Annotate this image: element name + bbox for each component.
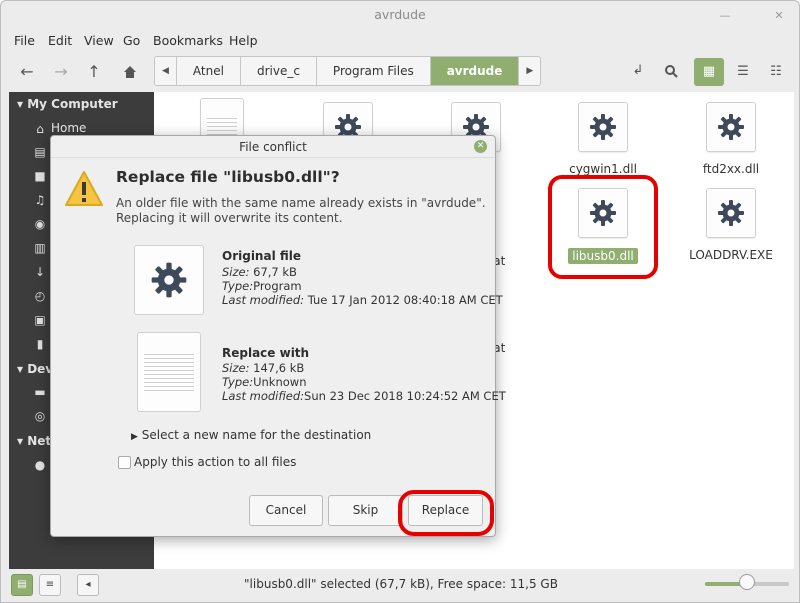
replacement-size: Size: 147,6 kB bbox=[222, 361, 304, 375]
description-line: Replacing it will overwrite its content. bbox=[116, 211, 343, 225]
size-value: 147,6 kB bbox=[253, 361, 305, 375]
warning-icon bbox=[65, 171, 103, 206]
dialog-title: File conflict bbox=[51, 136, 495, 158]
gear-icon bbox=[706, 102, 756, 152]
breadcrumb-avrdude[interactable]: avrdude bbox=[430, 57, 520, 85]
replacement-modified: Last modified:Sun 23 Dec 2018 10:24:52 A… bbox=[222, 389, 506, 403]
replacement-file-title: Replace with bbox=[222, 346, 310, 360]
dialog-heading: Replace file "libusb0.dll"? bbox=[116, 168, 340, 186]
menu-go[interactable]: Go bbox=[123, 33, 140, 48]
dialog-description: An older file with the same name already… bbox=[116, 196, 486, 226]
search-icon[interactable] bbox=[658, 58, 684, 84]
zoom-slider-handle[interactable] bbox=[739, 574, 755, 590]
modified-label: Last modified: bbox=[222, 389, 305, 403]
icon-view-icon[interactable]: ▦ bbox=[694, 58, 724, 86]
home-icon[interactable] bbox=[117, 59, 143, 85]
sidebar-section-devices[interactable]: ▾ Dev bbox=[17, 362, 53, 376]
file-name: cygwin1.dll bbox=[569, 162, 637, 176]
apply-all-label[interactable]: Apply this action to all files bbox=[134, 455, 296, 469]
compact-view-icon[interactable]: ☷ bbox=[761, 58, 791, 86]
type-value: Program bbox=[253, 279, 302, 293]
gear-icon bbox=[706, 188, 756, 238]
breadcrumb-drive-c[interactable]: drive_c bbox=[241, 57, 317, 85]
recent-icon[interactable]: ◴ bbox=[33, 289, 47, 303]
original-file-title: Original file bbox=[222, 249, 302, 263]
close-icon[interactable]: ✕ bbox=[474, 140, 487, 153]
menu-view[interactable]: View bbox=[84, 33, 114, 48]
up-arrow-icon[interactable]: ↑ bbox=[81, 59, 107, 85]
highlight-replace-button bbox=[398, 490, 494, 536]
cancel-button[interactable]: Cancel bbox=[249, 495, 323, 526]
highlight-selected-file bbox=[548, 175, 658, 279]
size-value: 67,7 kB bbox=[253, 265, 297, 279]
videos-icon[interactable]: ▥ bbox=[33, 241, 47, 255]
modified-label: Last modified: bbox=[222, 293, 305, 307]
file-item[interactable]: cygwin1.dll bbox=[553, 102, 653, 176]
original-type: Type:Program bbox=[222, 279, 302, 293]
breadcrumb-left-arrow-icon[interactable]: ◀ bbox=[155, 57, 177, 85]
sidebar-section-network[interactable]: ▾ Net bbox=[17, 434, 51, 448]
description-line: An older file with the same name already… bbox=[116, 196, 486, 210]
menu-help[interactable]: Help bbox=[229, 33, 258, 48]
skip-button[interactable]: Skip bbox=[328, 495, 403, 526]
menu-file[interactable]: File bbox=[14, 33, 35, 48]
statusbar: ▤ ≡ ◂ "libusb0.dll" selected (67,7 kB), … bbox=[1, 569, 799, 602]
modified-value: Sun 23 Dec 2018 10:24:52 AM CET bbox=[304, 389, 506, 403]
pictures-icon[interactable]: ◉ bbox=[33, 217, 47, 231]
file-conflict-dialog: File conflict ✕ Replace file "libusb0.dl… bbox=[50, 135, 506, 537]
breadcrumb-program-files[interactable]: Program Files bbox=[317, 57, 431, 85]
breadcrumb-atnel[interactable]: Atnel bbox=[177, 57, 241, 85]
rename-expander[interactable]: ▶ Select a new name for the destination bbox=[131, 428, 371, 442]
file-item[interactable]: LOADDRV.EXE bbox=[681, 188, 781, 262]
modified-value: Tue 17 Jan 2012 08:40:18 AM CET bbox=[307, 293, 503, 307]
document-icon bbox=[137, 332, 201, 412]
size-label: Size: bbox=[222, 265, 250, 279]
gear-icon bbox=[578, 102, 628, 152]
file-item[interactable]: ftd2xx.dll bbox=[681, 102, 781, 176]
forward-arrow-icon[interactable]: → bbox=[48, 59, 74, 85]
apply-all-checkbox[interactable] bbox=[118, 456, 131, 469]
back-arrow-icon[interactable]: ← bbox=[14, 59, 40, 85]
menu-edit[interactable]: Edit bbox=[48, 33, 72, 48]
size-label: Size: bbox=[222, 361, 250, 375]
breadcrumb: ◀ Atnel drive_c Program Files avrdude ▶ bbox=[154, 56, 542, 86]
status-text: "libusb0.dll" selected (67,7 kB), Free s… bbox=[244, 577, 558, 591]
music-icon[interactable]: ♫ bbox=[33, 193, 47, 207]
network-icon[interactable]: ● bbox=[33, 458, 47, 472]
sidebar-section-label: Net bbox=[27, 434, 52, 448]
type-label: Type: bbox=[222, 279, 254, 293]
toggle-location-icon[interactable]: ↲ bbox=[625, 58, 651, 84]
disc-icon[interactable]: ◎ bbox=[33, 409, 47, 423]
breadcrumb-right-arrow-icon[interactable]: ▶ bbox=[519, 57, 540, 85]
menubar: File Edit View Go Bookmarks Help bbox=[1, 29, 799, 53]
file-name: ftd2xx.dll bbox=[702, 162, 760, 176]
gear-icon bbox=[134, 245, 204, 315]
file-manager-window: avrdude — ✕ File Edit View Go Bookmarks … bbox=[0, 0, 800, 603]
sidebar-section-label: My Computer bbox=[27, 97, 118, 111]
expander-label: Select a new name for the destination bbox=[141, 428, 372, 442]
sidebar-section-my-computer[interactable]: ▾ My Computer bbox=[17, 97, 118, 111]
documents-icon[interactable]: ■ bbox=[33, 169, 47, 183]
menu-bookmarks[interactable]: Bookmarks bbox=[153, 33, 223, 48]
expander-arrow-icon: ▶ bbox=[131, 432, 138, 442]
file-name: LOADDRV.EXE bbox=[689, 248, 773, 262]
home-icon: ⌂ bbox=[36, 122, 44, 136]
sidebar-item-home[interactable]: Home bbox=[51, 121, 86, 135]
desktop-icon[interactable]: ▤ bbox=[33, 145, 47, 159]
type-label: Type: bbox=[222, 375, 254, 389]
file-system-icon[interactable]: ▣ bbox=[33, 313, 47, 327]
close-window-icon[interactable]: ✕ bbox=[773, 10, 785, 22]
minimize-icon[interactable]: — bbox=[719, 10, 731, 22]
window-title: avrdude bbox=[374, 7, 426, 22]
original-modified: Last modified: Tue 17 Jan 2012 08:40:18 … bbox=[222, 293, 503, 307]
original-size: Size: 67,7 kB bbox=[222, 265, 297, 279]
downloads-icon[interactable]: ↓ bbox=[33, 265, 47, 279]
replacement-type: Type:Unknown bbox=[222, 375, 306, 389]
drive-icon[interactable]: ▬ bbox=[33, 385, 47, 399]
type-value: Unknown bbox=[253, 375, 307, 389]
trash-icon[interactable]: ▮ bbox=[33, 337, 47, 351]
list-view-icon[interactable]: ☰ bbox=[728, 58, 758, 86]
